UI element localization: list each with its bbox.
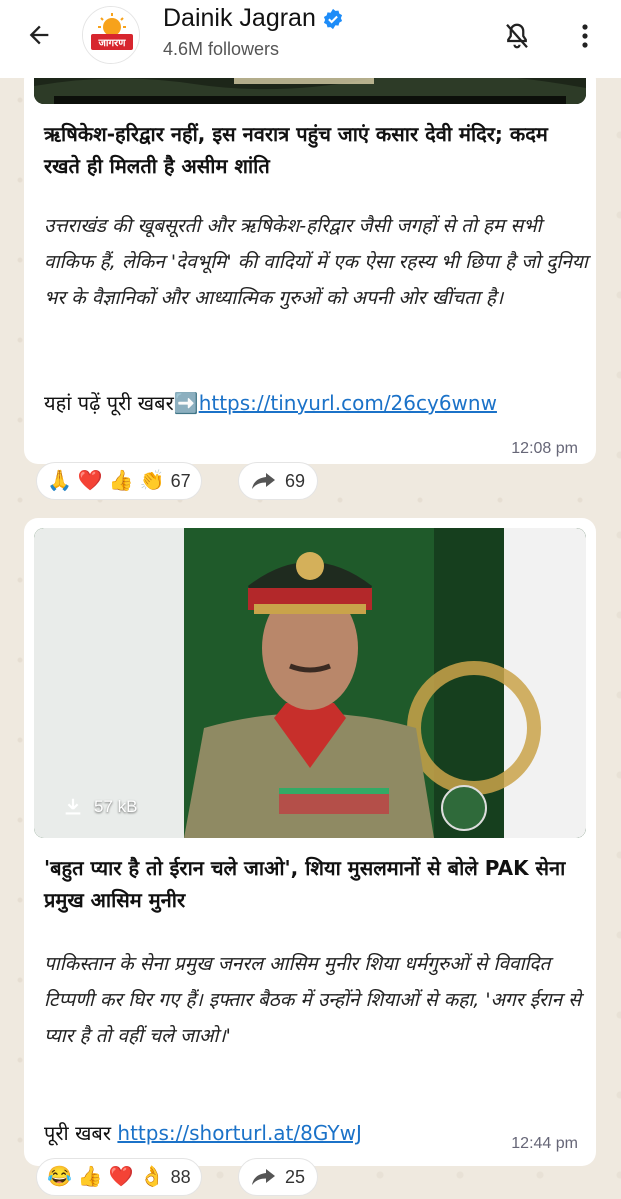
reaction-count: 67 [170, 470, 191, 491]
download-button[interactable]: 57 kB [62, 796, 137, 818]
logo-text: जागरण [98, 38, 127, 49]
message-card[interactable]: ऋषिकेश-हरिद्वार नहीं, इस नवरात्र पहुंच ज… [24, 66, 596, 464]
message-card[interactable]: 57 kB 'बहुत प्यार है तो ईरान चले जाओ', श… [24, 518, 596, 1166]
followers-count: 4.6M followers [163, 39, 280, 59]
download-icon [65, 798, 81, 815]
back-button[interactable] [22, 18, 56, 52]
reaction-emoji: 👍 [77, 1166, 103, 1188]
bell-off-icon [506, 23, 528, 49]
channel-avatar[interactable]: जागरण [82, 6, 140, 64]
post-photo[interactable]: 57 kB [34, 528, 586, 838]
file-size: 57 kB [94, 797, 138, 816]
post-headline: 'बहुत प्यार है तो ईरान चले जाओ', शिया मु… [44, 856, 566, 912]
reactions-pill[interactable]: 🙏 ❤️ 👍 👏 67 [36, 462, 202, 500]
link-prefix: यहां पढ़ें पूरी खबर [44, 391, 174, 415]
forward-icon [252, 473, 275, 489]
reaction-emoji: ❤️ [77, 470, 103, 492]
arrow-left-icon [29, 25, 49, 45]
forward-pill[interactable]: 69 [238, 462, 319, 500]
message-time: 12:08 pm [511, 440, 578, 457]
forward-count: 25 [285, 1166, 306, 1187]
jagran-logo: जागरण [83, 7, 139, 63]
reaction-count: 88 [170, 1166, 191, 1187]
verified-badge-icon [323, 8, 342, 29]
more-options-button[interactable] [570, 16, 600, 56]
arrow-right-emoji-icon: ➡️ [173, 391, 199, 415]
reaction-emoji: 👌 [139, 1166, 165, 1188]
forward-pill[interactable]: 25 [238, 1158, 319, 1196]
channel-name: Dainik Jagran [163, 4, 316, 32]
mute-button[interactable] [497, 16, 537, 56]
reaction-emoji: ❤️ [108, 1166, 134, 1188]
reaction-emoji: 👍 [108, 470, 134, 492]
post-link-line: यहां पढ़ें पूरी खबर➡️https://tinyurl.com… [44, 386, 504, 420]
post-link[interactable]: https://tinyurl.com/26cy6wnw [199, 391, 497, 415]
forward-count: 69 [285, 470, 306, 491]
link-prefix: पूरी खबर [44, 1121, 112, 1145]
post-link-line: पूरी खबर https://shorturl.at/8GYwJ [44, 1116, 504, 1150]
army-chief-portrait [34, 528, 586, 838]
message-time: 12:44 pm [511, 1135, 578, 1152]
reaction-emoji: 😂 [47, 1166, 72, 1188]
reaction-emoji: 🙏 [47, 470, 72, 492]
post-headline: ऋषिकेश-हरिद्वार नहीं, इस नवरात्र पहुंच ज… [44, 122, 548, 178]
more-vertical-icon [582, 24, 588, 48]
channel-title[interactable]: Dainik Jagran [163, 4, 344, 33]
reactions-pill[interactable]: 😂 👍 ❤️ 👌 88 [36, 1158, 202, 1196]
channel-header: जागरण Dainik Jagran 4.6M followers [0, 0, 621, 78]
post-link[interactable]: https://shorturl.at/8GYwJ [117, 1121, 361, 1145]
post-body: पाकिस्तान के सेना प्रमुख जनरल आसिम मुनीर… [44, 953, 582, 1047]
reaction-emoji: 👏 [139, 470, 165, 492]
post-body: उत्तराखंड की खूबसूरती और ऋषिकेश-हरिद्वार… [44, 215, 588, 309]
forward-icon [252, 1169, 275, 1185]
